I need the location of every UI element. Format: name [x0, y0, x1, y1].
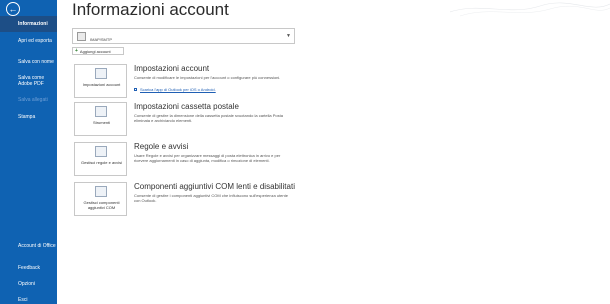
sidebar-item-stampa[interactable]: Stampa [0, 114, 57, 120]
backstage-sidebar: ← Informazioni Apri ed esporta Salva con… [0, 0, 57, 304]
sidebar-item-account-office[interactable]: Account di Office [0, 243, 57, 249]
sidebar-item-esci[interactable]: Esci [0, 297, 57, 303]
tools-icon [95, 106, 107, 117]
account-settings-icon [95, 68, 107, 79]
manage-rules-tile-label: Gestisci regole e avvisi [81, 160, 122, 165]
sidebar-item-apri-ed-esporta[interactable]: Apri ed esporta [0, 38, 57, 44]
account-dropdown-value: IMAP/SMTP [90, 37, 113, 42]
manage-com-addins-tile-label: Gestisci componenti aggiuntivi COM [83, 200, 120, 210]
account-dropdown[interactable]: IMAP/SMTP ▼ [72, 28, 295, 44]
sidebar-item-feedback[interactable]: Feedback [0, 265, 57, 271]
sidebar-item-informazioni[interactable]: Informazioni [0, 16, 57, 32]
rules-alerts-title: Regole e avvisi [134, 142, 189, 151]
account-settings-tile-label: Impostazioni account [82, 82, 121, 87]
sidebar-item-salva-con-nome[interactable]: Salva con nome [0, 59, 57, 65]
chevron-down-icon: ▼ [286, 33, 291, 39]
back-arrow-icon[interactable]: ← [6, 2, 20, 16]
outlook-mobile-link[interactable]: Scarica l'app di Outlook per iOS o Andro… [134, 87, 216, 92]
rules-icon [95, 146, 107, 157]
account-settings-title: Impostazioni account [134, 64, 210, 73]
main-content: Informazioni account IMAP/SMTP ▼ + Aggiu… [57, 0, 610, 304]
manage-com-addins-button[interactable]: Gestisci componenti aggiuntivi COM [74, 182, 127, 216]
outlook-mobile-link-text: Scarica l'app di Outlook per iOS o Andro… [140, 87, 216, 92]
background-decoration [450, 2, 610, 17]
add-account-label: Aggiungi account [79, 48, 111, 54]
sidebar-item-salva-come-pdf[interactable]: Salva come Adobe PDF [0, 75, 57, 87]
plus-icon: + [75, 48, 78, 54]
phone-icon [134, 88, 137, 91]
add-account-button[interactable]: + Aggiungi account [72, 47, 124, 55]
tools-button[interactable]: Strumenti [74, 102, 127, 136]
com-addins-icon [95, 186, 107, 197]
com-addins-title: Componenti aggiuntivi COM lenti e disabi… [134, 182, 295, 191]
tools-tile-label: Strumenti [92, 120, 111, 125]
account-settings-button[interactable]: Impostazioni account [74, 64, 127, 98]
mailbox-settings-description: Consente di gestire la dimensione della … [134, 113, 283, 123]
page-title: Informazioni account [72, 0, 229, 19]
sidebar-item-salva-allegati: Salva allegati [18, 97, 48, 103]
com-addins-description: Consente di gestire i componenti aggiunt… [134, 193, 288, 203]
sidebar-item-opzioni[interactable]: Opzioni [0, 281, 57, 287]
rules-alerts-description: Usare Regole e avvisi per organizzare me… [134, 153, 281, 163]
account-settings-description: Consente di modificare le impostazioni p… [134, 75, 281, 80]
mailbox-settings-title: Impostazioni cassetta postale [134, 102, 239, 111]
manage-rules-button[interactable]: Gestisci regole e avvisi [74, 142, 127, 176]
mail-account-icon [77, 32, 86, 41]
